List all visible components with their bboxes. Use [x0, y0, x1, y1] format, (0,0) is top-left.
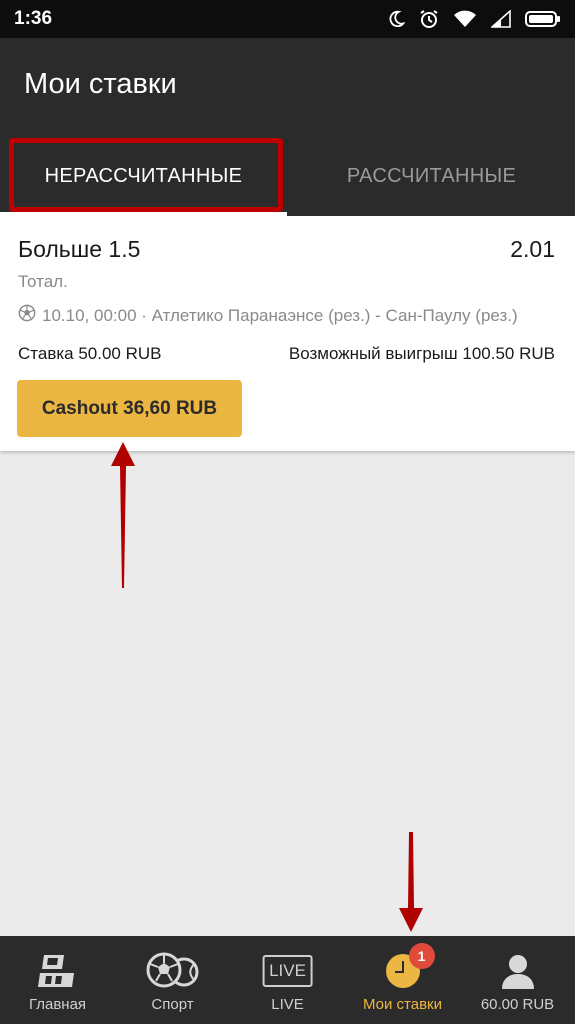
nav-item-sport[interactable]: Спорт [115, 936, 230, 1024]
bet-event-text: 10.10, 00:00 · Атлетико Паранаэнсе (рез.… [42, 305, 518, 325]
annotation-arrow-my-bets [399, 832, 423, 932]
nav-label-my-bets: Мои ставки [362, 996, 442, 1013]
battery-icon [525, 10, 561, 28]
notification-badge: 1 [408, 943, 435, 969]
cashout-button[interactable]: Cashout 36,60 RUB [17, 380, 242, 437]
page-title: Мои ставки [24, 68, 177, 100]
status-bar: 1:36 [0, 0, 575, 38]
status-time: 1:36 [14, 8, 53, 29]
soccer-ball-icon [18, 304, 36, 327]
bet-card[interactable]: Больше 1.5 2.01 Тотал. 10.10, 00:00 · Ат… [0, 216, 575, 451]
nav-item-live[interactable]: LIVE LIVE [230, 936, 345, 1024]
bottom-nav: Главная Спорт LIVE LIVE 1 Мои ставки 60.… [0, 936, 575, 1024]
nav-item-home[interactable]: Главная [0, 936, 115, 1024]
live-icon-text: LIVE [262, 955, 313, 987]
user-icon [500, 952, 536, 990]
tab-settled[interactable]: РАССЧИТАННЫЕ [288, 136, 575, 216]
bet-potential-win: Возможный выигрыш 100.50 RUB [288, 344, 555, 363]
bet-stake: Ставка 50.00 RUB [18, 344, 162, 363]
wifi-icon [453, 10, 477, 28]
sports-balls-icon [146, 952, 200, 990]
alarm-icon [419, 9, 439, 29]
nav-label-balance: 60.00 RUB [480, 996, 555, 1013]
bet-odds: 2.01 [510, 236, 555, 262]
live-icon: LIVE [262, 952, 313, 990]
nav-label-home: Главная [28, 996, 87, 1013]
bet-selection: Больше 1.5 [18, 236, 141, 262]
nav-label-live: LIVE [271, 996, 304, 1013]
signal-icon [491, 10, 511, 28]
nav-item-my-bets[interactable]: 1 Мои ставки [345, 936, 460, 1024]
pm-logo-icon [37, 952, 78, 990]
annotation-highlight-box [9, 138, 283, 212]
annotation-arrow-cashout [111, 442, 135, 588]
status-icons [387, 6, 561, 32]
bet-event: 10.10, 00:00 · Атлетико Паранаэнсе (рез.… [18, 304, 518, 327]
clock-icon: 1 [385, 943, 435, 989]
bet-market: Тотал. [18, 272, 68, 291]
nav-icon-my-bets: 1 [385, 943, 435, 990]
nav-item-account[interactable]: 60.00 RUB [460, 936, 575, 1024]
nav-label-sport: Спорт [151, 996, 194, 1013]
moon-icon [387, 10, 405, 28]
